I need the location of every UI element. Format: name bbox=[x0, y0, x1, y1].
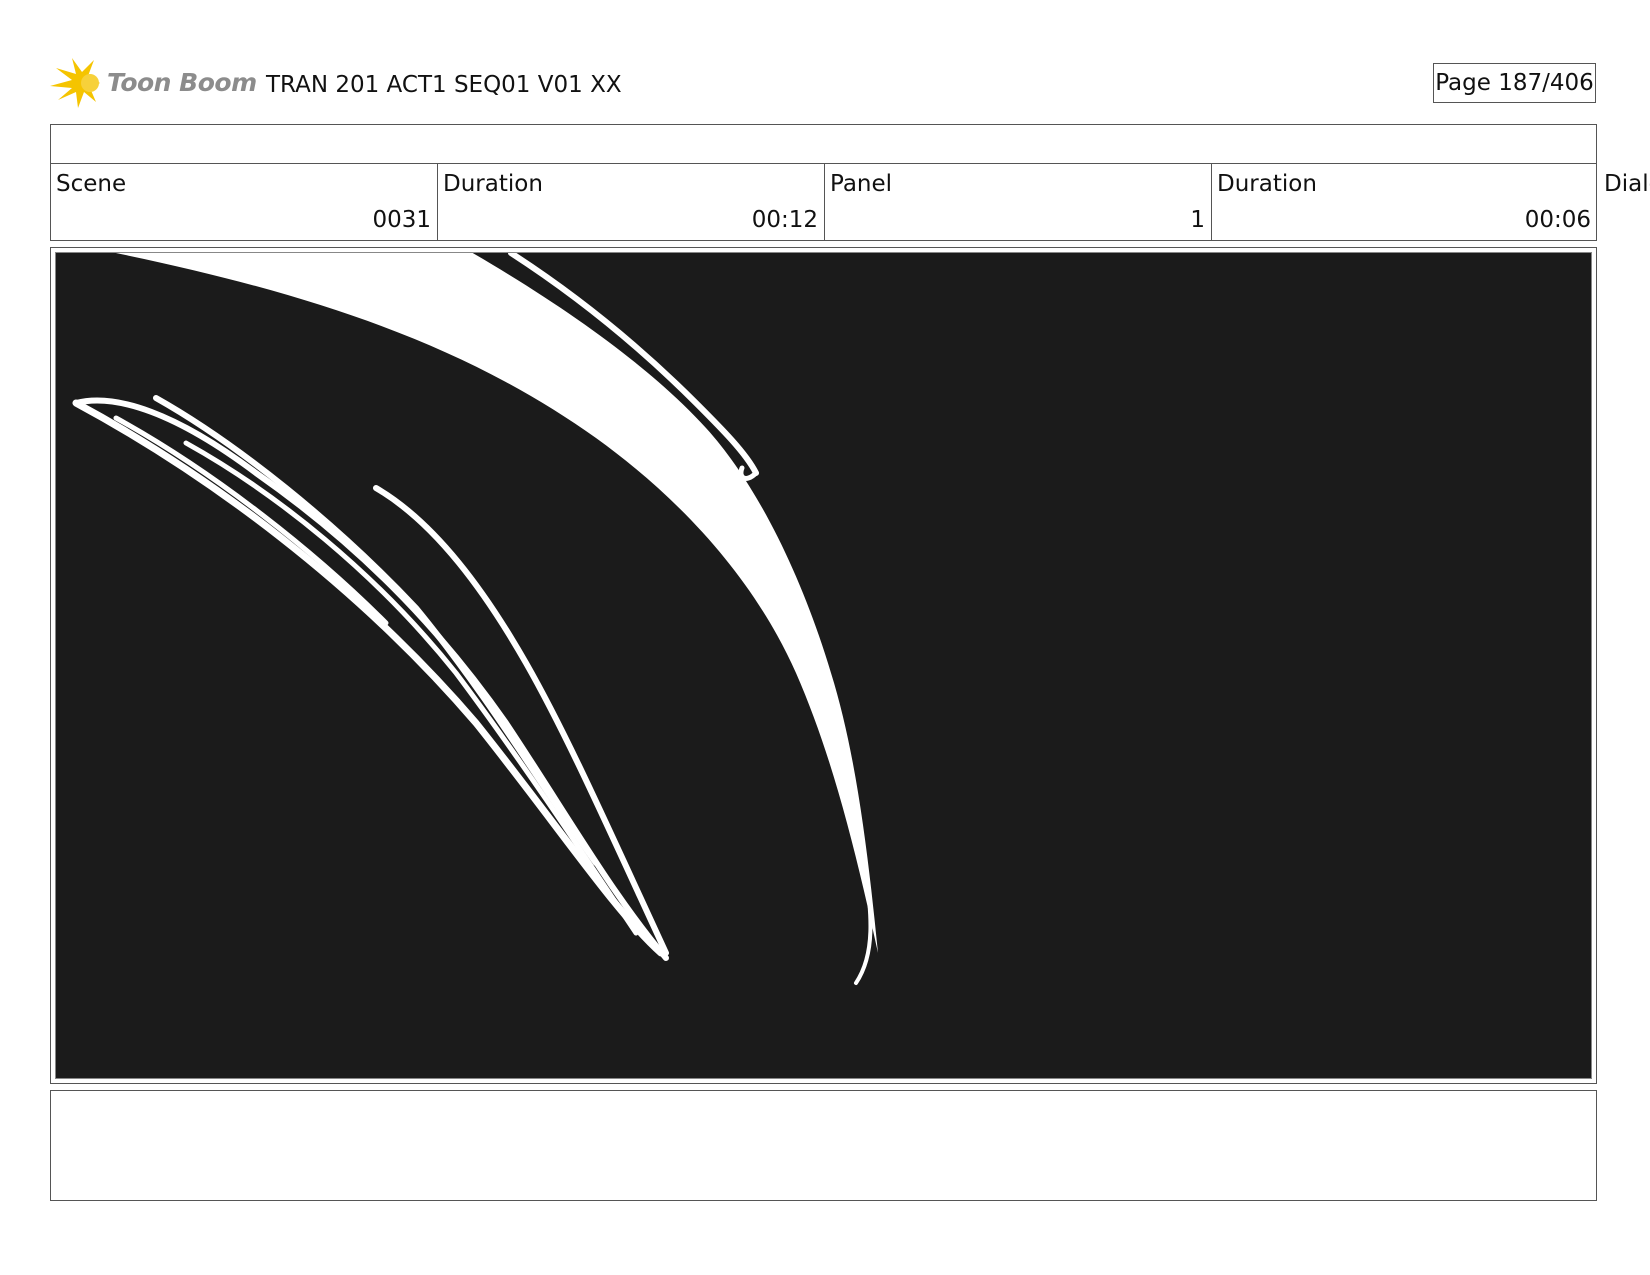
sketch-strokes bbox=[72, 253, 878, 985]
panel-value: 1 bbox=[1190, 207, 1205, 233]
notes-box bbox=[50, 1090, 1597, 1201]
logo-star-icon bbox=[50, 58, 100, 108]
document-title: TRAN 201 ACT1 SEQ01 V01 XX bbox=[266, 72, 622, 98]
panel-duration-cell: Duration 00:06 bbox=[1212, 163, 1597, 240]
toon-boom-logo: Toon Boom bbox=[50, 56, 257, 110]
panel-label: Panel bbox=[830, 171, 893, 197]
logo-text: Toon Boom bbox=[107, 68, 257, 97]
scene-duration-cell: Duration 00:12 bbox=[438, 163, 825, 240]
dialog-label: Dialo bbox=[1604, 171, 1650, 197]
panel-cell: Panel 1 bbox=[825, 163, 1212, 240]
header-blank-row bbox=[50, 124, 1597, 164]
scene-cell: Scene 0031 bbox=[51, 163, 438, 240]
scene-duration-label: Duration bbox=[443, 171, 543, 197]
page-number: Page 187/406 bbox=[1433, 63, 1596, 103]
scene-info-row: Scene 0031 Duration 00:12 Panel 1 Durati… bbox=[50, 163, 1597, 241]
scene-value: 0031 bbox=[372, 207, 431, 233]
scene-label: Scene bbox=[56, 171, 127, 197]
storyboard-panel bbox=[50, 247, 1597, 1084]
panel-duration-value: 00:06 bbox=[1524, 207, 1591, 233]
panel-drawing bbox=[55, 252, 1592, 1079]
scene-duration-value: 00:12 bbox=[751, 207, 818, 233]
panel-duration-label: Duration bbox=[1217, 171, 1317, 197]
